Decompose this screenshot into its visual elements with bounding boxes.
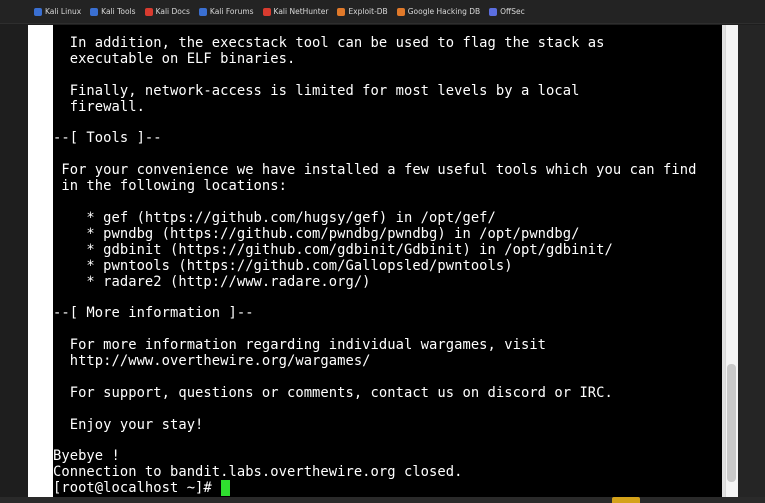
- desktop-background: [0, 25, 28, 503]
- bookmark-item[interactable]: Google Hacking DB: [396, 7, 481, 16]
- ghdb-icon: [396, 7, 405, 16]
- window-left-margin: [28, 25, 53, 503]
- terminal-output[interactable]: In addition, the execstack tool can be u…: [53, 25, 722, 503]
- terminal-line: * pwndbg (https://github.com/pwndbg/pwnd…: [53, 225, 580, 242]
- bookmark-label: Google Hacking DB: [407, 7, 481, 16]
- taskbar: [0, 497, 765, 503]
- kali-tools-icon: [90, 7, 99, 16]
- bookmark-item[interactable]: Kali Docs: [144, 7, 190, 16]
- bookmark-label: Exploit-DB: [348, 7, 388, 16]
- screen: Kali Linux Kali Tools Kali Docs Kali Forums…: [0, 0, 765, 503]
- terminal-line: executable on ELF binaries.: [53, 50, 296, 67]
- bookmark-label: Kali Forums: [209, 7, 254, 16]
- terminal-line: For more information regarding individua…: [53, 337, 547, 354]
- bookmark-item[interactable]: Exploit-DB: [337, 7, 388, 16]
- terminal-line: Byebye !: [53, 448, 120, 465]
- terminal-line: [root@localhost ~]#: [53, 480, 221, 497]
- terminal-line: Connection to bandit.labs.overthewire.or…: [53, 464, 463, 481]
- bookmark-item[interactable]: Kali Linux: [34, 7, 81, 16]
- bookmark-item[interactable]: Kali NetHunter: [262, 7, 329, 16]
- terminal-line: For your convenience we have installed a…: [53, 162, 697, 179]
- terminal-line: --[ Tools ]--: [53, 130, 162, 147]
- terminal-line: http://www.overthewire.org/wargames/: [53, 353, 371, 369]
- bookmark-item[interactable]: Kali Forums: [198, 7, 254, 16]
- terminal-line: For support, questions or comments, cont…: [53, 384, 613, 401]
- terminal-line: --[ More information ]--: [53, 305, 254, 322]
- taskbar-indicator[interactable]: [612, 497, 640, 503]
- scrollbar-thumb[interactable]: [727, 364, 736, 482]
- kali-forums-icon: [198, 7, 207, 16]
- terminal-line: In addition, the execstack tool can be u…: [53, 35, 605, 51]
- terminal-line: * gef (https://github.com/hugsy/gef) in …: [53, 209, 496, 226]
- offsec-icon: [489, 7, 498, 16]
- bookmark-label: Kali Tools: [101, 7, 136, 16]
- bookmark-label: Kali Linux: [45, 7, 82, 16]
- terminal-line: * pwntools (https://github.com/Gallopsle…: [53, 257, 513, 274]
- terminal-line: Finally, network-access is limited for m…: [53, 82, 580, 99]
- bookmarks-bar: Kali Linux Kali Tools Kali Docs Kali Forums…: [0, 0, 765, 24]
- terminal-line: * gdbinit (https://github.com/gdbinit/Gd…: [53, 241, 613, 258]
- kali-icon: [34, 7, 42, 16]
- bookmark-label: Kali NetHunter: [273, 7, 329, 16]
- terminal-line: Enjoy your stay!: [53, 416, 204, 433]
- nethunter-icon: [262, 7, 271, 16]
- desktop-edge: [738, 25, 765, 503]
- terminal-line: firewall.: [53, 98, 145, 115]
- bookmark-label: Kali Docs: [155, 7, 190, 16]
- exploit-db-icon: [337, 7, 346, 16]
- terminal-line: in the following locations:: [53, 178, 287, 195]
- bookmark-label: OffSec: [500, 7, 525, 16]
- bookmark-item[interactable]: OffSec: [489, 7, 525, 16]
- kali-docs-icon: [144, 7, 153, 16]
- terminal-line: * radare2 (http://www.radare.org/): [53, 273, 371, 290]
- bookmark-item[interactable]: Kali Tools: [90, 7, 136, 16]
- terminal-cursor: [221, 480, 230, 497]
